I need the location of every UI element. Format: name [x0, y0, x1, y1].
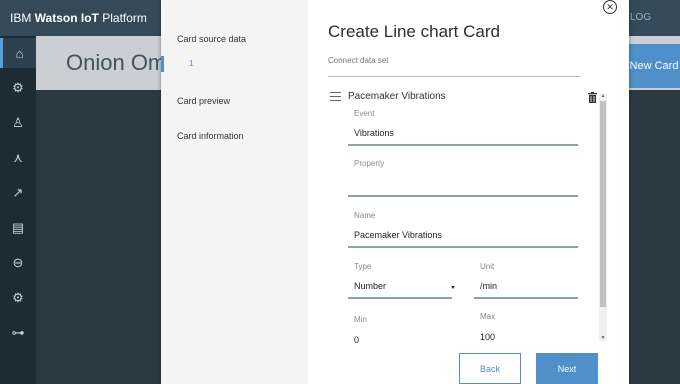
step-card-source-data[interactable]: Card source data — [177, 34, 246, 44]
event-label: Event — [354, 109, 375, 118]
log-link[interactable]: LOG — [630, 12, 651, 23]
step-card-information[interactable]: Card information — [177, 131, 244, 141]
next-button[interactable]: Next — [536, 353, 598, 384]
settings-icon[interactable]: ⚙ — [0, 283, 36, 313]
step-card-preview[interactable]: Card preview — [177, 96, 230, 106]
unit-label: Unit — [480, 262, 495, 271]
brand-prefix: IBM — [10, 11, 35, 25]
name-underline — [348, 246, 578, 248]
type-label: Type — [354, 262, 372, 271]
new-card-label: New Card — [629, 60, 679, 72]
type-select[interactable]: Number — [354, 281, 386, 291]
members-icon[interactable]: ♙ — [0, 108, 36, 138]
reports-icon[interactable]: ▤ — [0, 213, 36, 243]
event-underline — [348, 144, 578, 146]
trash-icon[interactable] — [588, 92, 597, 103]
brand-bold: Watson IoT — [34, 11, 99, 25]
max-label: Max — [480, 312, 496, 321]
rules-icon[interactable]: ⋏ — [0, 143, 36, 173]
scroll-up-icon[interactable]: ▲ — [600, 93, 606, 99]
unit-input[interactable]: /min — [480, 281, 497, 291]
scrollbar[interactable]: ▲ ▼ — [599, 93, 607, 341]
chevron-down-icon[interactable] — [451, 286, 455, 289]
event-input[interactable]: Vibrations — [354, 128, 394, 138]
name-input[interactable]: Pacemaker Vibrations — [354, 230, 442, 240]
back-label: Back — [479, 363, 500, 374]
create-card-dialog: Card source data 1 Card preview Card inf… — [161, 0, 629, 384]
type-underline — [348, 297, 452, 299]
security-icon[interactable]: ⊖ — [0, 248, 36, 278]
dashboard-icon[interactable]: ⌂ — [0, 38, 36, 68]
min-label: Min — [354, 315, 367, 324]
analytics-icon[interactable]: ↗ — [0, 178, 36, 208]
step-index: 1 — [189, 59, 194, 68]
back-button[interactable]: Back — [459, 353, 521, 384]
property-underline — [348, 195, 578, 197]
active-step-marker — [161, 56, 164, 72]
apps-icon[interactable]: ⊶ — [0, 318, 36, 348]
wizard-steps: Card source data 1 Card preview Card inf… — [161, 0, 308, 384]
dialog-title: Create Line chart Card — [328, 22, 500, 41]
sidebar: ⌂ ⚙ ♙ ⋏ ↗ ▤ ⊖ ⚙ ⊶ — [0, 36, 36, 384]
close-icon[interactable]: ✕ — [603, 0, 617, 14]
property-label: Property — [354, 159, 385, 168]
dialog-subtitle: Connect data set — [328, 56, 389, 65]
next-label: Next — [557, 363, 577, 374]
min-input[interactable]: 0 — [354, 335, 359, 345]
name-label: Name — [354, 211, 376, 220]
devices-icon[interactable]: ⚙ — [0, 73, 36, 103]
new-card-button[interactable]: New Card — [628, 44, 680, 88]
unit-underline — [474, 297, 578, 299]
brand-suffix: Platform — [98, 11, 147, 25]
divider — [328, 76, 581, 77]
scrollbar-thumb[interactable] — [600, 101, 606, 307]
dataset-title: Pacemaker Vibrations — [348, 91, 446, 102]
max-input[interactable]: 100 — [480, 332, 495, 342]
brand-logo[interactable]: IBM Watson IoT Platform — [10, 11, 147, 25]
drag-handle-icon[interactable] — [330, 92, 341, 101]
scroll-down-icon[interactable]: ▼ — [600, 335, 606, 341]
